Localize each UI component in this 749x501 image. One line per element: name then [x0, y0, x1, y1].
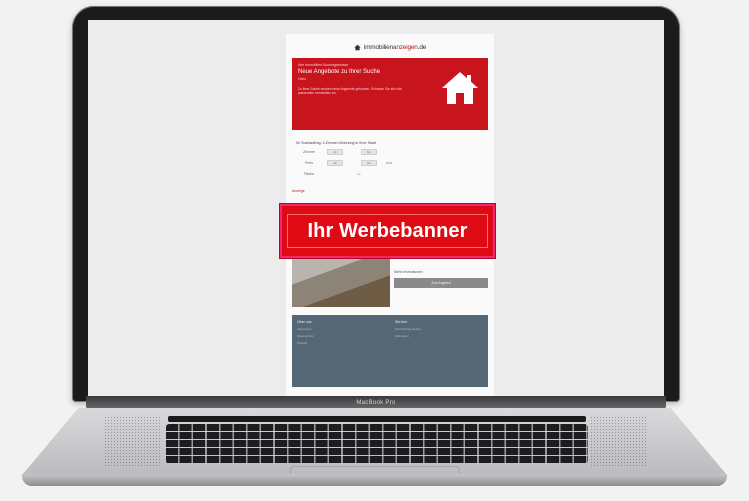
footer-col-about: Über uns Impressum Datenschutz Kontakt: [297, 320, 385, 382]
hero-banner: Ihre Immobilien-Suchergebnisse Neue Ange…: [292, 58, 488, 130]
laptop-base-edge: [22, 474, 727, 486]
price-from-field[interactable]: ab: [327, 160, 343, 166]
footer-col-service: Service Suchauftrag ändern Abmelden: [395, 320, 483, 382]
home-icon: [442, 72, 478, 104]
ad-label: Anzeige: [292, 189, 305, 193]
hero-body: Zu Ihrer Suche wurden neue Angebote gefu…: [298, 87, 402, 96]
logo-text: immobilienanzeigen.de: [363, 43, 427, 51]
search-title: Ihr Suchauftrag: 2-Zimmer-Wohnung in Ihr…: [296, 141, 377, 145]
criteria-row-area: Fläche m²: [303, 172, 361, 176]
criteria-row-price: Preis ab – bis EUR: [305, 160, 393, 166]
keyboard: [166, 424, 588, 464]
footer-link[interactable]: Abmelden: [395, 334, 483, 338]
footer-link[interactable]: Suchauftrag ändern: [395, 327, 483, 331]
laptop-mockup: immobilienanzeigen.de Ihre Immobilien-Su…: [0, 0, 749, 501]
ad-banner-inner: Ihr Werbebanner: [287, 214, 488, 248]
speaker-grille-right: [590, 416, 648, 466]
footer-link[interactable]: Impressum: [297, 327, 385, 331]
criteria-row-rooms: Zimmer ab – bis: [296, 148, 484, 156]
rooms-to-field[interactable]: bis: [361, 149, 377, 155]
model-label: MacBook Pro: [356, 400, 396, 406]
ad-banner[interactable]: Ihr Werbebanner: [280, 204, 495, 258]
ad-banner-label: Ihr Werbebanner: [307, 219, 468, 242]
price-to-field[interactable]: bis: [361, 160, 377, 166]
touch-bar: [168, 416, 586, 422]
footer-link[interactable]: Datenschutz: [297, 334, 385, 338]
hero-kicker: Ihre Immobilien-Suchergebnisse: [298, 63, 349, 67]
speaker-grille-left: [104, 416, 162, 466]
listing-more-link[interactable]: Mehr Informationen: [394, 270, 488, 274]
house-logo-icon: [354, 44, 361, 50]
footer-link[interactable]: Kontakt: [297, 341, 385, 345]
rooms-from-field[interactable]: ab: [327, 149, 343, 155]
laptop-hinge: MacBook Pro: [86, 396, 666, 410]
listing-offer-button[interactable]: Zum Angebot: [394, 277, 488, 288]
search-criteria: Ihr Suchauftrag: 2-Zimmer-Wohnung in Ihr…: [292, 138, 488, 181]
newsletter-footer: Über uns Impressum Datenschutz Kontakt S…: [292, 315, 488, 387]
newsletter-logo[interactable]: immobilienanzeigen.de: [286, 34, 494, 56]
